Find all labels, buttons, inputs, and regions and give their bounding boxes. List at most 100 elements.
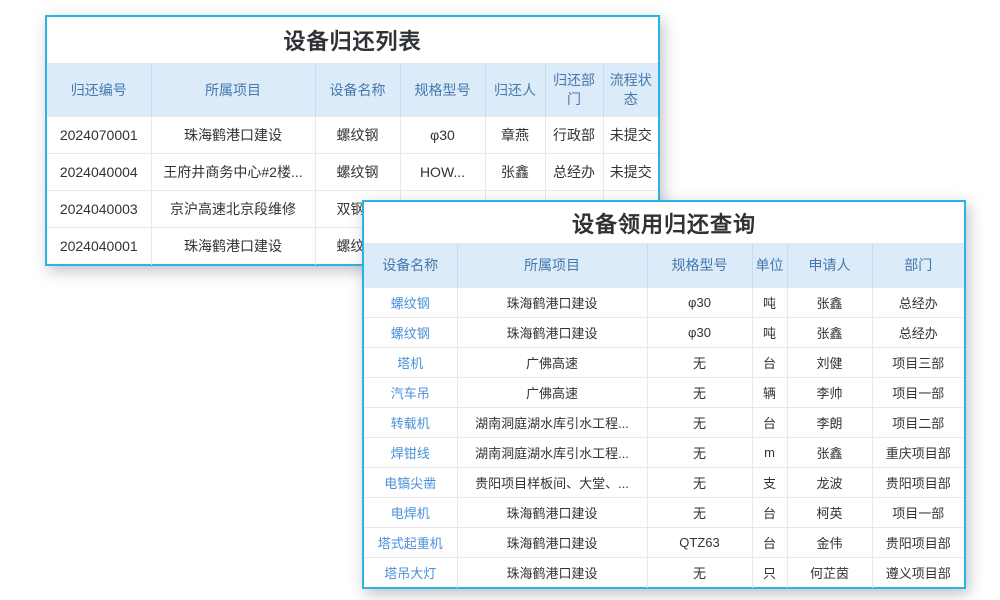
cell-unit: 只 (752, 558, 787, 588)
cell-spec: 无 (647, 348, 752, 378)
col-header-device-name: 设备名称 (315, 64, 400, 117)
cell-device-name: 螺纹钢 (315, 154, 400, 191)
cell-spec: 无 (647, 498, 752, 528)
cell-applicant: 何芷茵 (787, 558, 872, 588)
table-row[interactable]: 2024070001 珠海鹤港口建设 螺纹钢 φ30 章燕 行政部 未提交 (47, 117, 658, 154)
table-row[interactable]: 塔机 广佛高速 无 台 刘健 项目三部 (364, 348, 964, 378)
cell-project: 湖南洞庭湖水库引水工程... (457, 408, 647, 438)
col-header-device-name: 设备名称 (364, 244, 457, 288)
cell-return-no: 2024040001 (47, 228, 151, 265)
cell-return-no: 2024070001 (47, 117, 151, 154)
cell-applicant: 刘健 (787, 348, 872, 378)
table-row[interactable]: 电焊机 珠海鹤港口建设 无 台 柯英 项目一部 (364, 498, 964, 528)
cell-project: 湖南洞庭湖水库引水工程... (457, 438, 647, 468)
cell-unit: 吨 (752, 318, 787, 348)
cell-applicant: 龙波 (787, 468, 872, 498)
cell-flow-status: 未提交 (603, 154, 658, 191)
cell-project: 珠海鹤港口建设 (457, 528, 647, 558)
cell-applicant: 张鑫 (787, 438, 872, 468)
cell-project: 珠海鹤港口建设 (457, 498, 647, 528)
table-row[interactable]: 转载机 湖南洞庭湖水库引水工程... 无 台 李朗 项目二部 (364, 408, 964, 438)
cell-project: 珠海鹤港口建设 (151, 117, 315, 154)
col-header-return-no: 归还编号 (47, 64, 151, 117)
cell-return-dept: 行政部 (545, 117, 603, 154)
cell-applicant: 张鑫 (787, 318, 872, 348)
cell-returner: 张鑫 (485, 154, 545, 191)
table-row[interactable]: 电镐尖凿 贵阳项目样板间、大堂、... 无 支 龙波 贵阳项目部 (364, 468, 964, 498)
table-row[interactable]: 螺纹钢 珠海鹤港口建设 φ30 吨 张鑫 总经办 (364, 318, 964, 348)
cell-project: 珠海鹤港口建设 (457, 558, 647, 588)
device-name-link[interactable]: 焊钳线 (364, 438, 457, 468)
table-row[interactable]: 塔式起重机 珠海鹤港口建设 QTZ63 台 金伟 贵阳项目部 (364, 528, 964, 558)
cell-project: 贵阳项目样板间、大堂、... (457, 468, 647, 498)
cell-spec: 无 (647, 408, 752, 438)
cell-spec: HOW... (400, 154, 485, 191)
cell-project: 珠海鹤港口建设 (457, 288, 647, 318)
cell-spec: 无 (647, 378, 752, 408)
cell-project: 京沪高速北京段维修 (151, 191, 315, 228)
table-row[interactable]: 汽车吊 广佛高速 无 辆 李帅 项目一部 (364, 378, 964, 408)
cell-flow-status: 未提交 (603, 117, 658, 154)
cell-dept: 总经办 (872, 318, 964, 348)
device-name-link[interactable]: 螺纹钢 (364, 288, 457, 318)
device-name-link[interactable]: 转载机 (364, 408, 457, 438)
cell-dept: 项目二部 (872, 408, 964, 438)
cell-project: 珠海鹤港口建设 (151, 228, 315, 265)
cell-dept: 遵义项目部 (872, 558, 964, 588)
col-header-applicant: 申请人 (787, 244, 872, 288)
col-header-spec: 规格型号 (647, 244, 752, 288)
query-table: 设备名称 所属项目 规格型号 单位 申请人 部门 螺纹钢 珠海鹤港口建设 φ30… (364, 243, 964, 588)
table-row[interactable]: 塔吊大灯 珠海鹤港口建设 无 只 何芷茵 遵义项目部 (364, 558, 964, 588)
cell-dept: 贵阳项目部 (872, 468, 964, 498)
table-row[interactable]: 2024040004 王府井商务中心#2楼... 螺纹钢 HOW... 张鑫 总… (47, 154, 658, 191)
cell-dept: 项目一部 (872, 378, 964, 408)
device-name-link[interactable]: 电镐尖凿 (364, 468, 457, 498)
cell-device-name: 螺纹钢 (315, 117, 400, 154)
cell-dept: 重庆项目部 (872, 438, 964, 468)
cell-unit: 支 (752, 468, 787, 498)
col-header-returner: 归还人 (485, 64, 545, 117)
query-header-row: 设备名称 所属项目 规格型号 单位 申请人 部门 (364, 244, 964, 288)
device-name-link[interactable]: 塔吊大灯 (364, 558, 457, 588)
cell-dept: 项目一部 (872, 498, 964, 528)
col-header-flow-status: 流程状态 (603, 64, 658, 117)
cell-unit: 台 (752, 408, 787, 438)
cell-return-no: 2024040004 (47, 154, 151, 191)
cell-return-no: 2024040003 (47, 191, 151, 228)
cell-dept: 贵阳项目部 (872, 528, 964, 558)
col-header-project: 所属项目 (151, 64, 315, 117)
col-header-dept: 部门 (872, 244, 964, 288)
cell-dept: 项目三部 (872, 348, 964, 378)
cell-spec: QTZ63 (647, 528, 752, 558)
cell-applicant: 李朗 (787, 408, 872, 438)
cell-unit: 台 (752, 348, 787, 378)
device-name-link[interactable]: 汽车吊 (364, 378, 457, 408)
cell-return-dept: 总经办 (545, 154, 603, 191)
cell-spec: 无 (647, 468, 752, 498)
cell-project: 广佛高速 (457, 348, 647, 378)
col-header-project: 所属项目 (457, 244, 647, 288)
cell-spec: φ30 (647, 288, 752, 318)
query-title: 设备领用归还查询 (364, 202, 964, 243)
cell-unit: m (752, 438, 787, 468)
cell-project: 王府井商务中心#2楼... (151, 154, 315, 191)
col-header-return-dept: 归还部门 (545, 64, 603, 117)
device-name-link[interactable]: 电焊机 (364, 498, 457, 528)
device-name-link[interactable]: 塔机 (364, 348, 457, 378)
cell-spec: φ30 (647, 318, 752, 348)
table-row[interactable]: 焊钳线 湖南洞庭湖水库引水工程... 无 m 张鑫 重庆项目部 (364, 438, 964, 468)
cell-project: 珠海鹤港口建设 (457, 318, 647, 348)
cell-unit: 台 (752, 498, 787, 528)
cell-dept: 总经办 (872, 288, 964, 318)
cell-spec: φ30 (400, 117, 485, 154)
device-name-link[interactable]: 塔式起重机 (364, 528, 457, 558)
table-row[interactable]: 螺纹钢 珠海鹤港口建设 φ30 吨 张鑫 总经办 (364, 288, 964, 318)
cell-applicant: 张鑫 (787, 288, 872, 318)
cell-spec: 无 (647, 558, 752, 588)
return-list-header-row: 归还编号 所属项目 设备名称 规格型号 归还人 归还部门 流程状态 (47, 64, 658, 117)
device-name-link[interactable]: 螺纹钢 (364, 318, 457, 348)
col-header-unit: 单位 (752, 244, 787, 288)
col-header-spec: 规格型号 (400, 64, 485, 117)
cell-unit: 吨 (752, 288, 787, 318)
cell-unit: 辆 (752, 378, 787, 408)
